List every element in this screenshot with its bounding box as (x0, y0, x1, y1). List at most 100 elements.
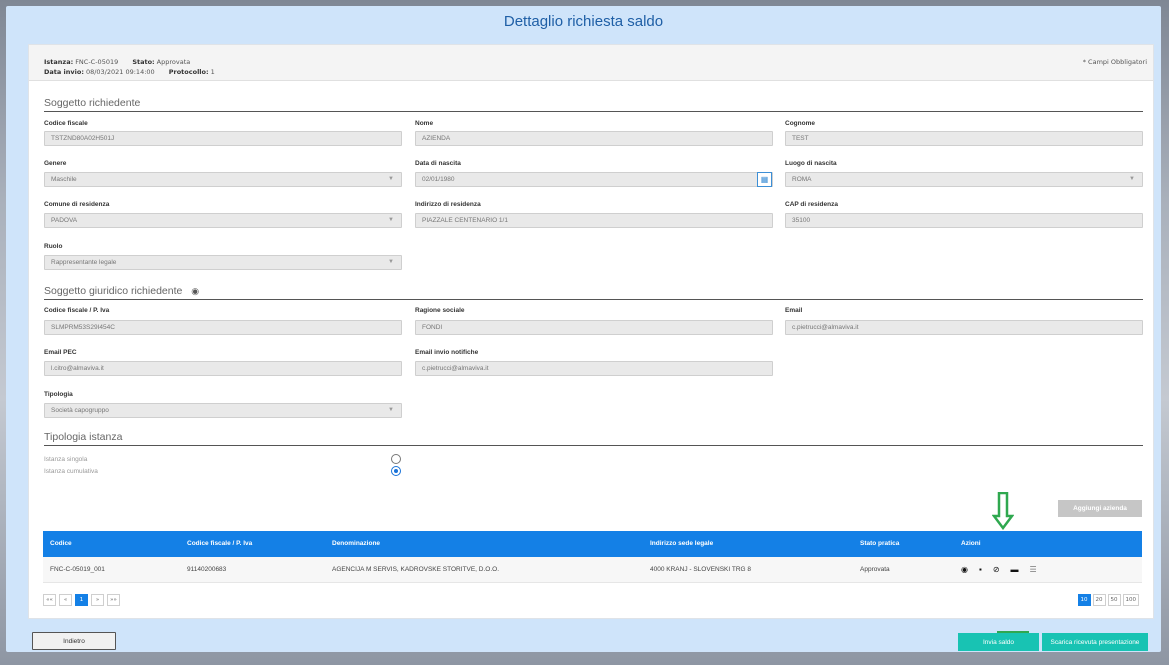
indirizzo-residenza-label: Indirizzo di residenza (415, 201, 481, 208)
cognome-field[interactable]: TEST (785, 131, 1143, 146)
info-bar: Istanza: FNC-C-05019 Stato: Approvata Data… (29, 45, 1153, 81)
ragione-sociale-label: Ragione sociale (415, 307, 465, 314)
col-codice[interactable]: Codice (50, 531, 72, 557)
email-label: Email (785, 307, 803, 314)
comune-residenza-value: PADOVA (51, 217, 78, 224)
page-title: Dettaglio richiesta saldo (503, 13, 664, 30)
data-nascita-value: 02/01/1980 (422, 176, 455, 183)
ragione-sociale-field[interactable]: FONDI (415, 320, 773, 335)
info-line-1: Istanza: FNC-C-05019 Stato: Approvata (44, 58, 202, 66)
info-line-2: Data invio: 08/03/2021 09:14:00 Protocoll… (44, 68, 227, 76)
email-notifiche-field[interactable]: c.pietrucci@almaviva.it (415, 361, 773, 376)
list-icon[interactable]: ☰ (1030, 557, 1037, 583)
luogo-nascita-select[interactable]: ROMA ▼ (785, 172, 1143, 187)
tipologia-value: Società capogruppo (51, 407, 109, 414)
chevron-down-icon: ▼ (388, 407, 394, 413)
protocollo-label: Protocollo: (168, 68, 209, 76)
istanza-label: Istanza: (44, 58, 74, 66)
cell-cf: 91140200683 (187, 566, 227, 573)
pagination: «« « 1 » »» (43, 594, 120, 606)
ruolo-select[interactable]: Rappresentante legale ▼ (44, 255, 402, 270)
istanza-singola-label: Istanza singola (44, 456, 88, 463)
data-invio-value: 08/03/2021 09:14:00 (85, 68, 155, 76)
cap-residenza-field[interactable]: 35100 (785, 213, 1143, 228)
tipologia-select[interactable]: Società capogruppo ▼ (44, 403, 402, 418)
table-row: FNC-C-05019_001 91140200683 AGENCIJA M S… (43, 557, 1142, 583)
col-denominazione[interactable]: Denominazione (332, 531, 380, 557)
indirizzo-residenza-field[interactable]: PIAZZALE CENTENARIO 1/1 (415, 213, 773, 228)
chevron-down-icon: ▼ (388, 259, 394, 265)
download-receipt-button[interactable]: Scarica ricevuta presentazione (1042, 633, 1148, 651)
email-field[interactable]: c.pietrucci@almaviva.it (785, 320, 1143, 335)
add-company-button[interactable]: Aggiungi azienda (1058, 500, 1142, 517)
tipologia-label: Tipologia (44, 391, 73, 398)
comune-residenza-select[interactable]: PADOVA ▼ (44, 213, 402, 228)
folder-icon[interactable]: ▬ (1011, 557, 1019, 583)
istanza-singola-radio[interactable] (391, 454, 401, 464)
page-size-50[interactable]: 50 (1107, 594, 1121, 606)
prev-page-button[interactable]: « (59, 594, 72, 606)
email-notifiche-label: Email invio notifiche (415, 349, 479, 356)
section-giuridico-title: Soggetto giuridico richiedente ◉ (44, 285, 1143, 300)
section-tipologia-title: Tipologia istanza (44, 431, 1143, 446)
page-1-button[interactable]: 1 (75, 594, 88, 606)
page-size-selector: 10 20 50 100 (1077, 594, 1139, 606)
cf-piva-field[interactable]: SLMPRM53S29I454C (44, 320, 402, 335)
codice-fiscale-field[interactable]: TSTZND80A02H501J (44, 131, 402, 146)
detail-panel: Istanza: FNC-C-05019 Stato: Approvata Data… (28, 44, 1154, 634)
back-button[interactable]: Indietro (32, 632, 116, 650)
col-cf[interactable]: Codice fiscale / P. Iva (187, 531, 252, 557)
send-balance-button[interactable]: Invia saldo (958, 633, 1039, 651)
cell-stato: Approvata (860, 566, 890, 573)
row-actions: ◉ ▪ ⊘ ▬ ☰ (961, 557, 1037, 583)
luogo-nascita-value: ROMA (792, 176, 812, 183)
calendar-icon[interactable]: ▦ (757, 172, 772, 187)
ruolo-label: Ruolo (44, 243, 63, 250)
ruolo-value: Rappresentante legale (51, 259, 117, 266)
section-giuridico-label: Soggetto giuridico richiedente (44, 285, 183, 297)
data-nascita-field[interactable]: 02/01/1980 ▦ (415, 172, 773, 187)
cell-indirizzo: 4000 KRANJ - SLOVENSKI TRG 8 (650, 566, 752, 573)
chevron-down-icon: ▼ (1129, 176, 1135, 182)
document-icon[interactable]: ▪ (979, 557, 982, 583)
col-azioni: Azioni (961, 540, 981, 547)
eye-icon[interactable]: ◉ (191, 286, 199, 297)
comune-residenza-label: Comune di residenza (44, 201, 110, 208)
codice-fiscale-label: Codice fiscale (44, 120, 88, 127)
first-page-button[interactable]: «« (43, 594, 56, 606)
attachment-icon[interactable]: ⊘ (993, 557, 1000, 583)
protocollo-value: 1 (210, 68, 215, 76)
cognome-label: Cognome (785, 120, 815, 127)
page-size-10[interactable]: 10 (1077, 594, 1091, 606)
cell-codice: FNC-C-05019_001 (50, 566, 105, 573)
required-note: * Campi Obbligatori (1082, 58, 1147, 66)
annotation-arrow-icon (992, 492, 1014, 530)
cf-piva-label: Codice fiscale / P. Iva (44, 307, 110, 314)
companies-table: Codice Codice fiscale / P. Iva Denominaz… (43, 531, 1142, 583)
section-soggetto-title: Soggetto richiedente (44, 97, 1143, 112)
email-pec-field[interactable]: l.citro@almaviva.it (44, 361, 402, 376)
istanza-cumulativa-radio[interactable] (391, 466, 401, 476)
table-header: Codice Codice fiscale / P. Iva Denominaz… (43, 531, 1142, 557)
chevron-down-icon: ▼ (388, 217, 394, 223)
col-stato[interactable]: Stato pratica (860, 531, 899, 557)
cell-denominazione: AGENCIJA M SERVIS, KADROVSKE STORITVE, D… (332, 566, 499, 573)
stato-value: Approvata (156, 58, 191, 66)
data-nascita-label: Data di nascita (415, 160, 461, 167)
data-invio-label: Data invio: (44, 68, 84, 76)
genere-select[interactable]: Maschile ▼ (44, 172, 402, 187)
last-page-button[interactable]: »» (107, 594, 120, 606)
chevron-down-icon: ▼ (388, 176, 394, 182)
col-indirizzo[interactable]: Indirizzo sede legale (650, 531, 713, 557)
nome-field[interactable]: AZIENDA (415, 131, 773, 146)
next-page-button[interactable]: » (91, 594, 104, 606)
stato-label: Stato: (132, 58, 155, 66)
view-icon[interactable]: ◉ (961, 557, 968, 583)
istanza-cumulativa-label: Istanza cumulativa (44, 468, 98, 475)
genere-label: Genere (44, 160, 67, 167)
page-size-100[interactable]: 100 (1122, 594, 1139, 606)
email-pec-label: Email PEC (44, 349, 77, 356)
page-size-20[interactable]: 20 (1092, 594, 1106, 606)
nome-label: Nome (415, 120, 434, 127)
genere-value: Maschile (51, 176, 77, 183)
